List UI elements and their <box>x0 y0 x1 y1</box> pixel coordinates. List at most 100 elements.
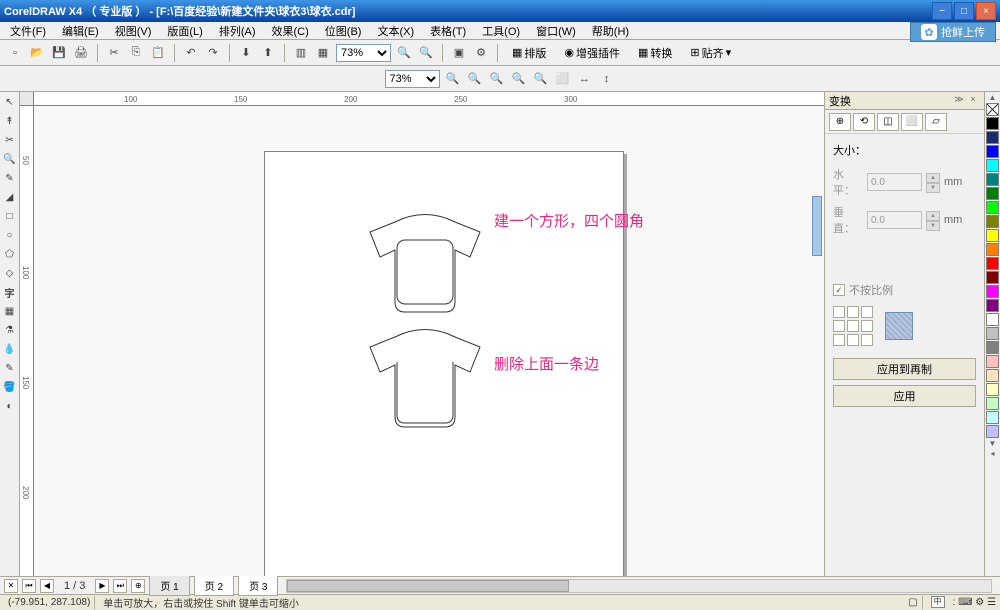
color-swatch[interactable] <box>986 145 999 158</box>
zoom-levels-icon[interactable]: 🔍 <box>444 70 462 88</box>
color-swatch[interactable] <box>986 229 999 242</box>
zoom-out-icon[interactable]: 🔍 <box>488 70 506 88</box>
color-swatch[interactable] <box>986 187 999 200</box>
page-tab-1[interactable]: 页 1 <box>149 575 189 596</box>
table-tool-icon[interactable]: ▦ <box>1 303 19 320</box>
zoom-page-icon[interactable]: ⬜ <box>554 70 572 88</box>
color-swatch[interactable] <box>986 313 999 326</box>
color-swatch[interactable] <box>986 159 999 172</box>
polygon-tool-icon[interactable]: ⬠ <box>1 246 19 263</box>
zoom-tool-icon[interactable]: 🔍 <box>1 151 19 168</box>
cut-icon[interactable]: ✂ <box>105 44 123 62</box>
rotate-tab-icon[interactable]: ⟲ <box>853 113 875 131</box>
prev-page-icon[interactable]: ◀ <box>40 579 54 593</box>
position-tab-icon[interactable]: ⊕ <box>829 113 851 131</box>
zoom-all-icon[interactable]: 🔍 <box>532 70 550 88</box>
close-button[interactable]: × <box>976 2 996 20</box>
align-button[interactable]: ⊞ 贴齐 ▾ <box>683 44 738 62</box>
h-input[interactable] <box>867 173 922 191</box>
anchor-mr[interactable] <box>861 320 873 332</box>
mini-scrollbar[interactable] <box>812 196 822 256</box>
docker-expand-icon[interactable]: ≫ <box>952 94 966 108</box>
prop-zoom-select[interactable]: 73% <box>385 70 440 88</box>
apply-copy-button[interactable]: 应用到再制 <box>833 358 976 380</box>
freehand-tool-icon[interactable]: ✎ <box>1 170 19 187</box>
skew-tab-icon[interactable]: ▱ <box>925 113 947 131</box>
drawing-canvas[interactable]: 建一个方形，四个圆角 删除上面一条边 <box>34 106 824 576</box>
color-none[interactable] <box>986 103 999 116</box>
blend-tool-icon[interactable]: ⚗ <box>1 322 19 339</box>
menu-tools[interactable]: 工具(O) <box>474 22 528 40</box>
zoom-selection-icon[interactable]: 🔍 <box>510 70 528 88</box>
redo-icon[interactable]: ↷ <box>204 44 222 62</box>
docker-close-icon[interactable]: × <box>966 94 980 108</box>
menu-window[interactable]: 窗口(W) <box>528 22 584 40</box>
anchor-mc[interactable] <box>847 320 859 332</box>
horizontal-ruler[interactable]: 100 150 200 250 300 <box>34 92 824 106</box>
menu-bitmap[interactable]: 位图(B) <box>317 22 370 40</box>
page-tab-2[interactable]: 页 2 <box>194 575 234 596</box>
menu-view[interactable]: 视图(V) <box>107 22 160 40</box>
proportion-checkbox[interactable]: ✓ <box>833 284 845 296</box>
zoom-in-icon[interactable]: 🔍 <box>466 70 484 88</box>
new-icon[interactable]: ▫ <box>6 44 24 62</box>
open-icon[interactable]: 📂 <box>28 44 46 62</box>
v-spinner[interactable]: ▲▼ <box>926 211 940 229</box>
text-tool-icon[interactable]: 字 <box>1 284 19 301</box>
save-icon[interactable]: 💾 <box>50 44 68 62</box>
rectangle-tool-icon[interactable]: □ <box>1 208 19 225</box>
upload-button[interactable]: ✿ 抢鲜上传 <box>910 22 996 42</box>
anchor-tl[interactable] <box>833 306 845 318</box>
next-page-icon[interactable]: ▶ <box>95 579 109 593</box>
ime-indicator[interactable]: 中 <box>931 596 945 608</box>
menu-text[interactable]: 文本(X) <box>369 22 422 40</box>
add-page-after-icon[interactable]: ⊕ <box>131 579 145 593</box>
color-swatch[interactable] <box>986 215 999 228</box>
convert-button[interactable]: ▦ 转换 <box>631 44 679 62</box>
color-swatch[interactable] <box>986 425 999 438</box>
color-swatch[interactable] <box>986 397 999 410</box>
crop-tool-icon[interactable]: ✂ <box>1 132 19 149</box>
color-swatch[interactable] <box>986 131 999 144</box>
menu-layout[interactable]: 版面(L) <box>159 22 210 40</box>
interactive-fill-icon[interactable]: ◐ <box>1 398 19 415</box>
zoom-in-icon[interactable]: 🔍 <box>395 44 413 62</box>
add-page-icon[interactable]: ✕ <box>4 579 18 593</box>
ime-icons[interactable]: : ⌨ ⚙ ☰ <box>953 597 996 608</box>
color-swatch[interactable] <box>986 201 999 214</box>
pick-tool-icon[interactable]: ↖ <box>1 94 19 111</box>
scrollbar-thumb[interactable] <box>287 580 568 592</box>
color-swatch[interactable] <box>986 355 999 368</box>
anchor-tr[interactable] <box>861 306 873 318</box>
palette-flyout-icon[interactable]: ◂ <box>986 449 999 459</box>
maximize-button[interactable]: □ <box>954 2 974 20</box>
color-swatch[interactable] <box>986 173 999 186</box>
color-swatch[interactable] <box>986 243 999 256</box>
zoom-height-icon[interactable]: ↕ <box>598 70 616 88</box>
palette-up-icon[interactable]: ▲ <box>986 93 999 103</box>
launcher-icon[interactable]: ▥ <box>292 44 310 62</box>
menu-edit[interactable]: 编辑(E) <box>54 22 107 40</box>
v-input[interactable] <box>867 211 922 229</box>
smart-fill-icon[interactable]: ◢ <box>1 189 19 206</box>
anchor-tc[interactable] <box>847 306 859 318</box>
vertical-ruler[interactable]: 50 100 150 200 <box>20 106 34 576</box>
horizontal-scrollbar[interactable] <box>286 579 992 593</box>
menu-arrange[interactable]: 排列(A) <box>211 22 264 40</box>
paste-icon[interactable]: 📋 <box>149 44 167 62</box>
snap-icon[interactable]: ▣ <box>450 44 468 62</box>
menu-effects[interactable]: 效果(C) <box>264 22 317 40</box>
print-icon[interactable]: 🖨 <box>72 44 90 62</box>
color-swatch[interactable] <box>986 341 999 354</box>
outline-tool-icon[interactable]: ✎ <box>1 360 19 377</box>
export-icon[interactable]: ⬆ <box>259 44 277 62</box>
size-tab-icon[interactable]: ⬜ <box>901 113 923 131</box>
h-spinner[interactable]: ▲▼ <box>926 173 940 191</box>
welcome-icon[interactable]: ▦ <box>314 44 332 62</box>
anchor-ml[interactable] <box>833 320 845 332</box>
fill-tool-icon[interactable]: 🪣 <box>1 379 19 396</box>
eyedropper-icon[interactable]: 💧 <box>1 341 19 358</box>
undo-icon[interactable]: ↶ <box>182 44 200 62</box>
fill-indicator[interactable]: ▢ <box>904 596 922 609</box>
first-page-icon[interactable]: ⏮ <box>22 579 36 593</box>
